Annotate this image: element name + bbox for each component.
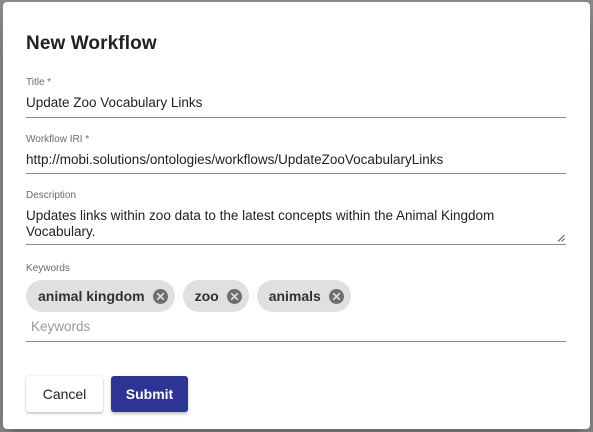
description-textarea[interactable]: Updates links within zoo data to the lat…: [26, 208, 561, 240]
keyword-chip[interactable]: animals: [256, 280, 351, 312]
workflow-iri-field-label: Workflow IRI *: [26, 134, 90, 145]
description-field-label: Description: [26, 190, 77, 201]
keyword-chip-label: animals: [268, 288, 321, 304]
title-input[interactable]: Update Zoo Vocabulary Links: [26, 95, 202, 110]
keyword-chip-label: zoo: [194, 288, 219, 304]
cancel-circle-icon[interactable]: [328, 288, 344, 304]
cancel-button[interactable]: Cancel: [26, 376, 103, 412]
title-field[interactable]: Title * Update Zoo Vocabulary Links: [26, 77, 566, 118]
description-field[interactable]: Description Updates links within zoo dat…: [26, 190, 566, 245]
keywords-input[interactable]: Keywords: [31, 319, 90, 334]
keyword-chip[interactable]: animal kingdom: [26, 280, 175, 312]
keywords-field-label: Keywords: [26, 263, 70, 274]
submit-button[interactable]: Submit: [111, 376, 188, 412]
workflow-iri-input[interactable]: http://mobi.solutions/ontologies/workflo…: [26, 152, 443, 167]
workflow-iri-field[interactable]: Workflow IRI * http://mobi.solutions/ont…: [26, 134, 566, 174]
title-field-label: Title *: [26, 77, 52, 88]
cancel-circle-icon[interactable]: [152, 288, 168, 304]
new-workflow-dialog: New Workflow Title * Update Zoo Vocabula…: [3, 2, 590, 429]
dialog-title: New Workflow: [26, 33, 157, 54]
cancel-circle-icon[interactable]: [226, 288, 242, 304]
resize-handle-icon[interactable]: [557, 234, 565, 242]
keywords-field[interactable]: Keywords animal kingdom zoo animals Keyw…: [26, 263, 566, 342]
keyword-chip-label: animal kingdom: [38, 288, 145, 304]
keyword-chip-list: animal kingdom zoo animals: [26, 280, 351, 312]
keyword-chip[interactable]: zoo: [182, 280, 249, 312]
